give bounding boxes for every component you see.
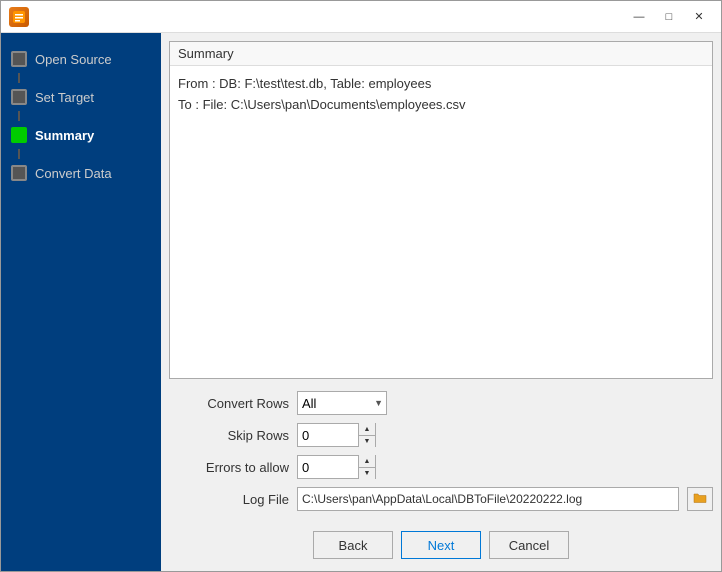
skip-rows-input[interactable]: [298, 424, 358, 446]
summary-from-line: From : DB: F:\test\test.db, Table: emplo…: [178, 74, 704, 95]
step-indicator-convert-data: [11, 165, 27, 181]
errors-to-allow-label: Errors to allow: [169, 460, 289, 475]
log-browse-button[interactable]: [687, 487, 713, 511]
main-window: — □ ✕ Open Source Set Target: [0, 0, 722, 572]
convert-rows-select-wrap: All Custom: [297, 391, 387, 415]
step-indicator-set-target: [11, 89, 27, 105]
summary-box: Summary From : DB: F:\test\test.db, Tabl…: [169, 41, 713, 379]
errors-to-allow-input[interactable]: [298, 456, 358, 478]
step-indicator-open-source: [11, 51, 27, 67]
errors-to-allow-up-btn[interactable]: ▲: [359, 455, 375, 467]
next-button[interactable]: Next: [401, 531, 481, 559]
minimize-button[interactable]: —: [625, 6, 653, 28]
sidebar-label-summary: Summary: [35, 128, 94, 143]
title-bar-controls: — □ ✕: [625, 6, 713, 28]
errors-to-allow-down-btn[interactable]: ▼: [359, 467, 375, 479]
title-bar-left: [9, 7, 29, 27]
sidebar: Open Source Set Target Summary Convert D…: [1, 33, 161, 571]
sidebar-label-set-target: Set Target: [35, 90, 94, 105]
convert-rows-row: Convert Rows All Custom: [169, 389, 713, 417]
main-content: Open Source Set Target Summary Convert D…: [1, 33, 721, 571]
cancel-button[interactable]: Cancel: [489, 531, 569, 559]
log-file-row: Log File: [169, 485, 713, 513]
bottom-buttons: Back Next Cancel: [169, 523, 713, 563]
errors-to-allow-spinner: ▲ ▼: [297, 455, 376, 479]
sidebar-item-open-source[interactable]: Open Source: [1, 41, 161, 77]
maximize-button[interactable]: □: [655, 6, 683, 28]
log-file-label: Log File: [169, 492, 289, 507]
skip-rows-spinner-btns: ▲ ▼: [358, 423, 375, 447]
sidebar-item-summary[interactable]: Summary: [1, 117, 161, 153]
skip-rows-spinner: ▲ ▼: [297, 423, 376, 447]
close-button[interactable]: ✕: [685, 6, 713, 28]
skip-rows-row: Skip Rows ▲ ▼: [169, 421, 713, 449]
summary-content: From : DB: F:\test\test.db, Table: emplo…: [170, 66, 712, 124]
sidebar-item-set-target[interactable]: Set Target: [1, 79, 161, 115]
right-panel: Summary From : DB: F:\test\test.db, Tabl…: [161, 33, 721, 571]
step-indicator-summary: [11, 127, 27, 143]
app-icon: [9, 7, 29, 27]
back-button[interactable]: Back: [313, 531, 393, 559]
errors-to-allow-spinner-btns: ▲ ▼: [358, 455, 375, 479]
title-bar: — □ ✕: [1, 1, 721, 33]
convert-rows-select[interactable]: All Custom: [297, 391, 387, 415]
skip-rows-down-btn[interactable]: ▼: [359, 435, 375, 447]
summary-title: Summary: [170, 42, 712, 66]
sidebar-label-open-source: Open Source: [35, 52, 112, 67]
folder-icon: [693, 492, 707, 507]
errors-to-allow-row: Errors to allow ▲ ▼: [169, 453, 713, 481]
skip-rows-label: Skip Rows: [169, 428, 289, 443]
log-file-input[interactable]: [297, 487, 679, 511]
convert-rows-label: Convert Rows: [169, 396, 289, 411]
form-section: Convert Rows All Custom Skip Rows ▲: [169, 385, 713, 517]
sidebar-label-convert-data: Convert Data: [35, 166, 112, 181]
summary-to-line: To : File: C:\Users\pan\Documents\employ…: [178, 95, 704, 116]
sidebar-item-convert-data[interactable]: Convert Data: [1, 155, 161, 191]
skip-rows-up-btn[interactable]: ▲: [359, 423, 375, 435]
